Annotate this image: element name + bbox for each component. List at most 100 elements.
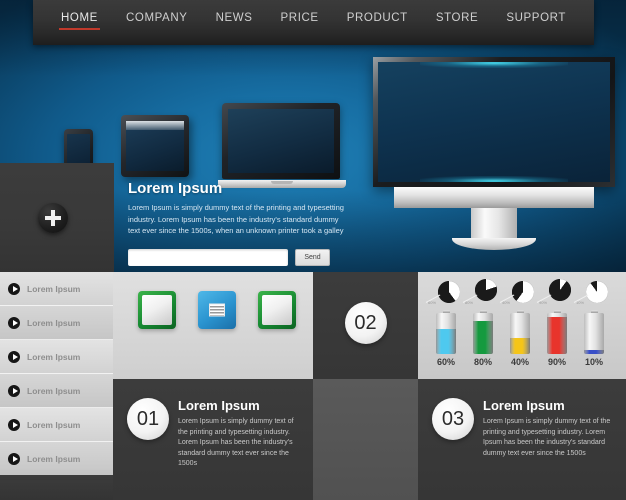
- monitor-screen: [378, 62, 610, 182]
- pie-wedge: [586, 281, 608, 303]
- battery-fill: [584, 349, 604, 354]
- battery-percent-label: 60%: [436, 357, 455, 367]
- promo-side-panel: [0, 163, 114, 272]
- app-icon-blue-inner: [202, 295, 232, 325]
- battery-item: 10%: [582, 310, 606, 367]
- app-icon-green-1[interactable]: [138, 291, 176, 329]
- list-item-label: Lorem Ipsum: [27, 419, 81, 430]
- play-icon: [8, 350, 20, 363]
- pie-marker: [475, 279, 497, 301]
- play-icon: [8, 452, 20, 465]
- laptop-screen: [228, 109, 334, 173]
- battery-item: 60%: [434, 310, 458, 367]
- promo-content: Lorem Ipsum Lorem Ipsum is simply dummy …: [128, 180, 353, 266]
- step-one-description: Lorem Ipsum is simply dummy text of the …: [178, 418, 294, 467]
- icon-panel: [113, 272, 313, 379]
- icon-row: [113, 272, 313, 329]
- battery-body: [473, 313, 493, 354]
- list-item[interactable]: Lorem Ipsum: [0, 340, 113, 374]
- step-three-description: Lorem Ipsum is simply dummy text of the …: [483, 418, 611, 457]
- nav-item-product[interactable]: PRODUCT: [345, 12, 410, 31]
- battery-fill: [547, 317, 567, 354]
- main-navigation: HOME COMPANY NEWS PRICE PRODUCT STORE SU…: [33, 0, 594, 45]
- monitor-frame: [373, 57, 615, 187]
- subscribe-input[interactable]: [128, 248, 288, 266]
- list-item[interactable]: Lorem Ipsum: [0, 408, 113, 442]
- pie-marker: [549, 279, 571, 301]
- pie-marker-group: 60% 80% 40% 90% 10%: [425, 279, 620, 305]
- pie-wedge: [438, 281, 460, 303]
- battery-body: [510, 313, 530, 354]
- step-three-badge: 03: [432, 398, 474, 440]
- app-icon-green-2[interactable]: [258, 291, 296, 329]
- feature-list: Lorem Ipsum Lorem Ipsum Lorem Ipsum Lore…: [0, 272, 113, 476]
- battery-percent-label: 10%: [584, 357, 603, 367]
- nav-item-company[interactable]: COMPANY: [124, 12, 190, 31]
- battery-body: [584, 313, 604, 354]
- list-item[interactable]: Lorem Ipsum: [0, 306, 113, 340]
- battery-item: 40%: [508, 310, 532, 367]
- battery-item: 80%: [471, 310, 495, 367]
- app-icon-blue[interactable]: [198, 291, 236, 329]
- battery-percent-label: 90%: [547, 357, 566, 367]
- step-one-badge: 01: [127, 398, 169, 440]
- step-two-panel: 02: [313, 272, 418, 379]
- battery-fill: [510, 337, 530, 354]
- pie-marker: [438, 281, 460, 303]
- monitor-glow-top: [419, 62, 569, 68]
- nav-item-home[interactable]: HOME: [59, 12, 100, 31]
- battery-fill: [473, 321, 493, 354]
- step-one-title: Lorem Ipsum: [178, 398, 260, 413]
- monitor-stand-foot: [452, 238, 536, 250]
- landing-page: HOME COMPANY NEWS PRICE PRODUCT STORE SU…: [0, 0, 626, 500]
- step-two-badge: 02: [344, 302, 387, 344]
- subscribe-form: Send: [128, 248, 353, 266]
- battery-fill: [436, 329, 456, 354]
- laptop-device: [218, 103, 346, 188]
- tablet-device: [121, 115, 189, 177]
- monitor-stand-neck: [471, 208, 517, 238]
- list-item-label: Lorem Ipsum: [27, 385, 81, 396]
- monitor-device: [373, 57, 615, 257]
- battery-item: 90%: [545, 310, 569, 367]
- play-icon: [8, 418, 20, 431]
- bottom-left-panel: [0, 475, 113, 500]
- monitor-glow-bottom: [419, 176, 569, 182]
- list-item[interactable]: Lorem Ipsum: [0, 272, 113, 306]
- play-icon: [8, 384, 20, 397]
- list-item[interactable]: Lorem Ipsum: [0, 442, 113, 476]
- nav-item-price[interactable]: PRICE: [279, 12, 321, 31]
- list-item[interactable]: Lorem Ipsum: [0, 374, 113, 408]
- app-icon-green-1-inner: [142, 295, 172, 325]
- list-item-label: Lorem Ipsum: [27, 283, 81, 294]
- step-three-block: 03 Lorem Ipsum Lorem Ipsum is simply dum…: [418, 379, 626, 500]
- list-item-label: Lorem Ipsum: [27, 453, 81, 464]
- battery-body: [436, 313, 456, 354]
- bottom-spacer-panel: [313, 379, 418, 500]
- tablet-gloss: [126, 121, 184, 130]
- list-item-label: Lorem Ipsum: [27, 351, 81, 362]
- battery-percent-label: 80%: [473, 357, 492, 367]
- nav-item-store[interactable]: STORE: [434, 12, 480, 31]
- pie-wedge: [512, 281, 534, 303]
- promo-description: Lorem Ipsum is simply dummy text of the …: [128, 203, 344, 236]
- battery-body: [547, 313, 567, 354]
- monitor-chin: [394, 187, 594, 208]
- pie-wedge: [549, 279, 571, 301]
- battery-bar-chart: 60% 80% 40% 90% 10%: [434, 310, 606, 367]
- nav-item-support[interactable]: SUPPORT: [504, 12, 568, 31]
- battery-percent-label: 40%: [510, 357, 529, 367]
- play-icon: [8, 316, 20, 329]
- pie-marker: [586, 281, 608, 303]
- plus-icon[interactable]: [38, 203, 68, 233]
- laptop-lid: [222, 103, 340, 179]
- step-three-title: Lorem Ipsum: [483, 398, 565, 413]
- send-button[interactable]: Send: [295, 248, 330, 266]
- app-icon-green-2-inner: [262, 295, 292, 325]
- pie-wedge: [475, 279, 497, 301]
- step-three-text-wrap: Lorem Ipsum Lorem Ipsum is simply dummy …: [483, 398, 616, 500]
- step-one-block: 01 Lorem Ipsum Lorem Ipsum is simply dum…: [113, 379, 313, 500]
- list-item-label: Lorem Ipsum: [27, 317, 81, 328]
- play-icon: [8, 282, 20, 295]
- nav-item-news[interactable]: NEWS: [214, 12, 255, 31]
